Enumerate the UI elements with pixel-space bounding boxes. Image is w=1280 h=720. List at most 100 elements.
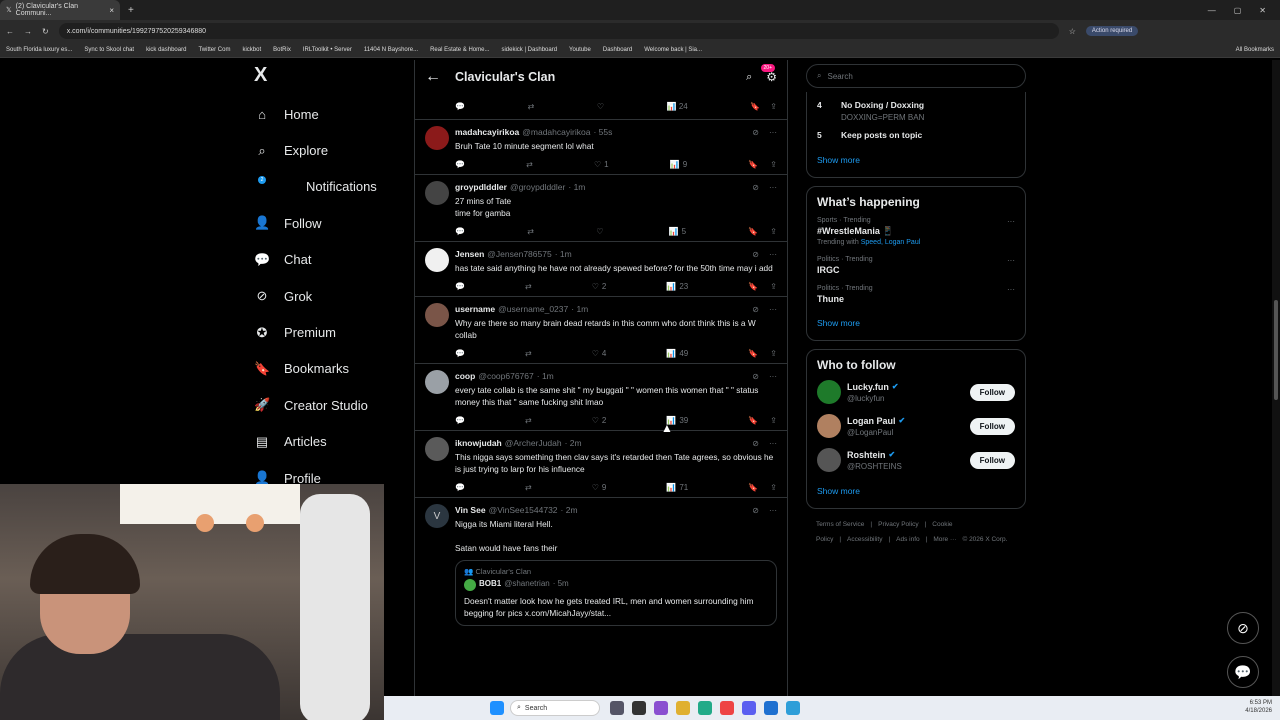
like-button[interactable]: ♡ 1 — [594, 160, 609, 169]
show-more-link[interactable]: Show more — [817, 151, 1015, 169]
nav-item-chat[interactable]: 💬 Chat — [250, 242, 410, 278]
trend-with-names[interactable]: Speed, Logan Paul — [861, 239, 921, 246]
app-icon[interactable] — [742, 701, 756, 715]
views-count[interactable]: 📊 24 — [667, 102, 688, 111]
share-icon[interactable]: ⇪ — [770, 227, 777, 236]
grok-icon[interactable]: ⊘ — [752, 506, 759, 515]
follow-suggestion[interactable]: Roshtein ✔ @ROSHTEINS Follow — [817, 448, 1015, 472]
share-icon[interactable]: ⇪ — [770, 160, 777, 169]
star-icon[interactable]: ☆ — [1069, 27, 1076, 36]
bookmark-item[interactable]: Dashboard — [603, 47, 632, 53]
bookmark-icon[interactable]: 🔖 — [750, 102, 760, 111]
app-icon[interactable] — [610, 701, 624, 715]
bookmark-item[interactable]: BotRix — [273, 47, 291, 53]
show-more-link[interactable]: Show more — [817, 482, 1015, 500]
back-arrow-icon[interactable]: ← — [425, 68, 441, 86]
follow-button[interactable]: Follow — [969, 451, 1015, 469]
trend-item[interactable]: Politics · Trending Thune ··· — [817, 285, 1015, 304]
search-icon[interactable]: ⌕ — [746, 71, 752, 84]
trend-item[interactable]: Politics · Trending IRGC ··· — [817, 256, 1015, 275]
post-author-handle[interactable]: @ArcherJudah — [505, 438, 562, 448]
views-button[interactable]: 📊 9 — [670, 160, 687, 169]
nav-item-follow[interactable]: 👤 Follow — [250, 205, 410, 241]
post-author-name[interactable]: Vin See — [455, 505, 486, 515]
reply-icon[interactable]: 💬 — [455, 160, 465, 169]
app-icon[interactable] — [698, 701, 712, 715]
post-author-name[interactable]: Jensen — [455, 249, 484, 259]
maximize-icon[interactable]: ▢ — [1234, 6, 1242, 15]
post-time[interactable]: · 1m — [568, 182, 585, 192]
reply-icon[interactable]: 💬 — [455, 227, 465, 236]
post-author-name[interactable]: iknowjudah — [455, 438, 502, 448]
trend-item[interactable]: Sports · Trending #WrestleMania 📱 Trendin… — [817, 217, 1015, 246]
more-icon[interactable]: ··· — [769, 250, 777, 259]
nav-item-premium[interactable]: ✪ Premium — [250, 314, 410, 350]
footer-link[interactable]: Terms of Service — [816, 521, 864, 528]
bookmark-item[interactable]: Welcome back | Sia... — [644, 47, 702, 53]
post[interactable]: iknowjudah @ArcherJudah · 2m ⊘ ··· This n… — [415, 431, 787, 498]
taskbar-start-icon[interactable] — [490, 701, 504, 715]
taskbar-clock[interactable]: 6:53 PM 4/18/2026 — [1245, 699, 1272, 715]
follow-suggestion[interactable]: Logan Paul ✔ @LoganPaul Follow — [817, 414, 1015, 438]
bookmark-item[interactable]: kick dashboard — [146, 47, 186, 53]
views-button[interactable]: 📊 49 — [666, 349, 688, 358]
avatar[interactable] — [425, 248, 449, 272]
share-icon[interactable]: ⇪ — [770, 349, 777, 358]
app-icon[interactable] — [654, 701, 668, 715]
all-bookmarks-button[interactable]: All Bookmarks — [1236, 47, 1274, 53]
repost-icon[interactable]: ⇄ — [527, 227, 534, 236]
repost-icon[interactable]: ⇄ — [525, 282, 532, 291]
footer-link[interactable]: More ··· — [933, 536, 956, 543]
post-time[interactable]: · 1m — [555, 249, 572, 259]
repost-icon[interactable]: ⇄ — [528, 102, 535, 111]
bookmark-item[interactable]: Twitter Com — [198, 47, 230, 53]
url-input[interactable]: x.com/i/communities/1992797520259346880 — [58, 23, 1059, 39]
bookmark-icon[interactable]: 🔖 — [748, 227, 758, 236]
bookmark-icon[interactable]: 🔖 — [748, 160, 758, 169]
views-button[interactable]: 📊 5 — [669, 227, 686, 236]
avatar[interactable]: V — [425, 504, 449, 528]
share-icon[interactable]: ⇪ — [770, 102, 777, 111]
post-time[interactable]: · 1m — [571, 304, 588, 314]
grok-icon[interactable]: ⊘ — [752, 128, 759, 137]
footer-link[interactable]: Ads info — [896, 536, 920, 543]
post-author-handle[interactable]: @VinSee1544732 — [489, 505, 558, 515]
app-icon[interactable] — [764, 701, 778, 715]
close-tab-icon[interactable]: × — [109, 6, 114, 15]
views-button[interactable]: 📊 23 — [666, 282, 688, 291]
repost-icon[interactable]: ⇄ — [525, 483, 532, 492]
grok-icon[interactable]: ⊘ — [752, 183, 759, 192]
avatar[interactable] — [817, 380, 841, 404]
share-icon[interactable]: ⇪ — [770, 416, 777, 425]
follow-button[interactable]: Follow — [969, 417, 1015, 435]
grok-icon[interactable]: ⊘ — [752, 372, 759, 381]
bookmark-icon[interactable]: 🔖 — [748, 483, 758, 492]
forward-icon[interactable]: → — [24, 27, 32, 36]
post-author-name[interactable]: madahcayirikoa — [455, 127, 519, 137]
more-icon[interactable]: ··· — [769, 183, 777, 192]
bookmark-item[interactable]: Real Estate & Home... — [430, 47, 489, 53]
reply-icon[interactable]: 💬 — [455, 349, 465, 358]
post-time[interactable]: · 2m — [565, 438, 582, 448]
scrollbar-thumb[interactable] — [1274, 300, 1278, 400]
footer-link[interactable]: Accessibility — [847, 536, 882, 543]
post[interactable]: username @username_0237 · 1m ⊘ ··· Why ar… — [415, 297, 787, 364]
quoted-post[interactable]: 👥 Clavicular's Clan BOB1 @shanetrian · 5… — [455, 560, 777, 626]
bookmark-item[interactable]: South Florida luxury es... — [6, 47, 72, 53]
like-button[interactable]: ♡ — [596, 227, 606, 236]
repost-icon[interactable]: ⇄ — [526, 160, 533, 169]
post-author-handle[interactable]: @groypdlddler — [510, 182, 565, 192]
post-author-handle[interactable]: @madahcayirikoa — [522, 127, 590, 137]
post-author-handle[interactable]: @username_0237 — [498, 304, 568, 314]
repost-icon[interactable]: ⇄ — [525, 416, 532, 425]
avatar[interactable] — [817, 414, 841, 438]
follow-button[interactable]: Follow — [969, 383, 1015, 401]
messages-fab-button[interactable]: 💬 — [1227, 656, 1259, 688]
share-icon[interactable]: ⇪ — [770, 483, 777, 492]
avatar[interactable] — [425, 437, 449, 461]
reload-icon[interactable]: ↻ — [42, 27, 49, 36]
share-icon[interactable]: ⇪ — [770, 282, 777, 291]
nav-item-grok[interactable]: ⊘ Grok — [250, 278, 410, 314]
post[interactable]: V Vin See @VinSee1544732 · 2m ⊘ ··· Nigga… — [415, 498, 787, 630]
post-author-handle[interactable]: @coop676767 — [478, 371, 533, 381]
